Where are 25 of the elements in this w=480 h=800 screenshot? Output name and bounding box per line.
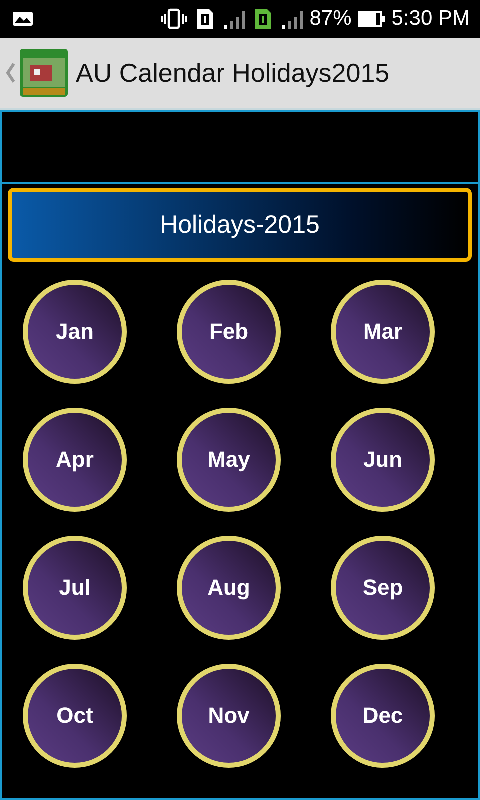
back-caret-icon[interactable] (6, 63, 16, 83)
battery-icon (358, 11, 386, 27)
month-button[interactable]: Nov (177, 664, 281, 768)
month-button[interactable]: Jul (23, 536, 127, 640)
month-button[interactable]: Dec (331, 664, 435, 768)
sim-card-icon (254, 8, 272, 30)
month-button[interactable]: Aug (177, 536, 281, 640)
month-button[interactable]: Jun (331, 408, 435, 512)
vibrate-icon (160, 8, 188, 30)
month-button[interactable]: Feb (177, 280, 281, 384)
app-icon[interactable] (20, 49, 68, 97)
sim-card-icon (196, 8, 214, 30)
clock: 5:30 PM (392, 7, 470, 31)
month-button[interactable]: Oct (23, 664, 127, 768)
gallery-icon (12, 11, 34, 27)
signal-icon (280, 8, 304, 30)
month-button[interactable]: Sep (331, 536, 435, 640)
month-button[interactable]: Mar (331, 280, 435, 384)
holidays-header-button[interactable]: Holidays-2015 (8, 188, 472, 262)
month-button[interactable]: Apr (23, 408, 127, 512)
signal-icon (222, 8, 246, 30)
month-button[interactable]: Jan (23, 280, 127, 384)
app-title: AU Calendar Holidays2015 (76, 58, 390, 88)
month-button[interactable]: May (177, 408, 281, 512)
battery-percent: 87% (310, 7, 352, 31)
